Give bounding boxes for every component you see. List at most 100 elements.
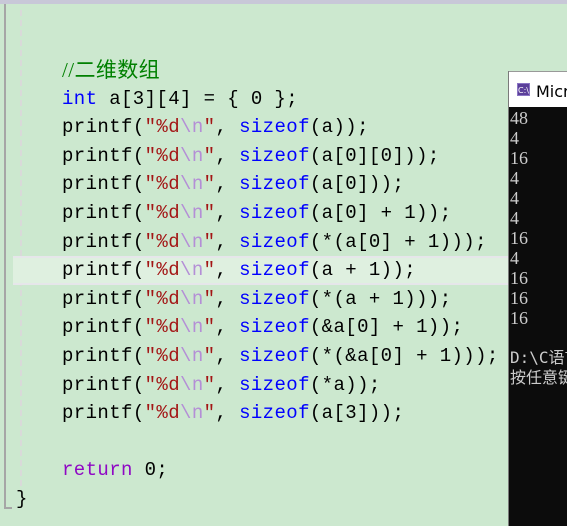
format-string-end: ″ <box>203 116 216 139</box>
return-value: 0; <box>132 459 169 482</box>
function-name: printf <box>62 230 133 253</box>
code-line-printf[interactable]: printf(″%d\n″, sizeof(*(a[0] + 1))); <box>0 228 567 257</box>
code-line-comment[interactable]: //二维数组 <box>0 56 567 85</box>
sizeof-keyword: sizeof <box>239 344 310 367</box>
console-output-line: 48 <box>510 108 528 128</box>
sizeof-argument: (*(a + 1))); <box>309 287 452 310</box>
format-string-end: ″ <box>203 344 216 367</box>
format-string: ″%d <box>144 287 181 310</box>
format-string-end: ″ <box>203 144 216 167</box>
sizeof-keyword: sizeof <box>239 287 310 310</box>
open-paren: ( <box>132 402 145 425</box>
sizeof-keyword: sizeof <box>239 144 310 167</box>
console-output-line: 4 <box>510 248 519 268</box>
format-string: ″%d <box>144 201 181 224</box>
open-paren: ( <box>132 230 145 253</box>
format-string: ″%d <box>144 316 181 339</box>
sizeof-keyword: sizeof <box>239 316 310 339</box>
console-title: Microsoft Visual Studio 调试控制台 <box>535 81 567 101</box>
argument-separator: , <box>215 402 240 425</box>
argument-separator: , <box>215 287 240 310</box>
sizeof-keyword: sizeof <box>239 402 310 425</box>
open-paren: ( <box>132 316 145 339</box>
code-line-closing-brace[interactable]: } <box>0 485 567 514</box>
open-paren: ( <box>132 144 145 167</box>
escape-sequence: \n <box>180 230 204 253</box>
sizeof-argument: (*(a[0] + 1))); <box>309 230 487 253</box>
console-prompt-line: 按任意键关闭此窗口. . . <box>510 368 567 387</box>
format-string: ″%d <box>144 373 181 396</box>
comment-text: //二维数组 <box>62 58 161 82</box>
console-output-line: 4 <box>510 168 519 188</box>
open-paren: ( <box>132 373 145 396</box>
sizeof-argument: (a[0] + 1)); <box>309 201 452 224</box>
sizeof-keyword: sizeof <box>239 259 310 282</box>
code-line-printf[interactable]: printf(″%d\n″, sizeof(*(&a[0] + 1))); <box>0 342 567 371</box>
console-path-line: D:\C语言 <box>510 348 567 367</box>
code-line-printf[interactable]: printf(″%d\n″, sizeof(a[3])); <box>0 399 567 428</box>
format-string: ″%d <box>144 116 181 139</box>
console-output-line: 4 <box>510 208 519 228</box>
closing-brace: } <box>16 487 28 510</box>
argument-separator: , <box>215 116 240 139</box>
console-output-line: 16 <box>510 308 528 328</box>
code-lines: //二维数组 int a[3][4] = { 0 }; printf(″%d\n… <box>0 56 567 514</box>
argument-separator: , <box>215 173 240 196</box>
function-name: printf <box>62 402 133 425</box>
argument-separator: , <box>215 230 240 253</box>
code-line-printf[interactable]: printf(″%d\n″, sizeof(a[0][0])); <box>0 142 567 171</box>
console-output-line: 16 <box>510 288 528 308</box>
code-line-printf[interactable]: printf(″%d\n″, sizeof(*(a + 1))); <box>0 285 567 314</box>
argument-separator: , <box>215 316 240 339</box>
format-string: ″%d <box>144 344 181 367</box>
debug-console-window[interactable]: C:\ Microsoft Visual Studio 调试控制台 484164… <box>508 71 567 526</box>
escape-sequence: \n <box>180 173 204 196</box>
format-string-end: ″ <box>203 373 216 396</box>
console-output-line: 4 <box>510 188 519 208</box>
sizeof-keyword: sizeof <box>239 373 310 396</box>
escape-sequence: \n <box>180 373 204 396</box>
console-output-line: 16 <box>510 268 528 288</box>
function-name: printf <box>62 344 133 367</box>
open-paren: ( <box>132 344 145 367</box>
console-app-icon: C:\ <box>517 83 530 96</box>
console-titlebar[interactable]: C:\ Microsoft Visual Studio 调试控制台 <box>509 71 567 107</box>
function-name: printf <box>62 316 133 339</box>
code-line-declaration[interactable]: int a[3][4] = { 0 }; <box>0 85 567 114</box>
sizeof-argument: (*(&a[0] + 1))); <box>309 344 499 367</box>
format-string-end: ″ <box>203 259 216 282</box>
argument-separator: , <box>215 201 240 224</box>
function-name: printf <box>62 259 133 282</box>
function-name: printf <box>62 116 133 139</box>
argument-separator: , <box>215 344 240 367</box>
sizeof-argument: (&a[0] + 1)); <box>309 316 464 339</box>
code-line-printf[interactable]: printf(″%d\n″, sizeof(*a)); <box>0 371 567 400</box>
code-line-printf[interactable]: printf(″%d\n″, sizeof(a)); <box>0 113 567 142</box>
code-line-printf[interactable]: printf(″%d\n″, sizeof(a[0] + 1)); <box>0 199 567 228</box>
function-name: printf <box>62 373 133 396</box>
code-line-return[interactable]: return 0; <box>0 456 567 485</box>
open-paren: ( <box>132 201 145 224</box>
code-line-blank[interactable] <box>0 428 567 457</box>
code-editor[interactable]: //二维数组 int a[3][4] = { 0 }; printf(″%d\n… <box>0 4 567 526</box>
sizeof-argument: (a[0][0])); <box>309 144 440 167</box>
code-line-printf[interactable]: printf(″%d\n″, sizeof(&a[0] + 1)); <box>0 313 567 342</box>
open-paren: ( <box>132 287 145 310</box>
format-string-end: ″ <box>203 402 216 425</box>
function-name: printf <box>62 173 133 196</box>
function-name: printf <box>62 201 133 224</box>
sizeof-argument: (*a)); <box>309 373 381 396</box>
sizeof-argument: (a)); <box>309 116 369 139</box>
format-string: ″%d <box>144 144 181 167</box>
sizeof-keyword: sizeof <box>239 116 310 139</box>
code-line-printf-current[interactable]: printf(″%d\n″, sizeof(a + 1)); <box>13 256 567 285</box>
function-name: printf <box>62 287 133 310</box>
code-line-printf[interactable]: printf(″%d\n″, sizeof(a[0])); <box>0 170 567 199</box>
escape-sequence: \n <box>180 316 204 339</box>
sizeof-keyword: sizeof <box>239 230 310 253</box>
sizeof-argument: (a[0])); <box>309 173 405 196</box>
format-string: ″%d <box>144 402 181 425</box>
open-paren: ( <box>132 259 145 282</box>
argument-separator: , <box>215 259 240 282</box>
sizeof-keyword: sizeof <box>239 201 310 224</box>
